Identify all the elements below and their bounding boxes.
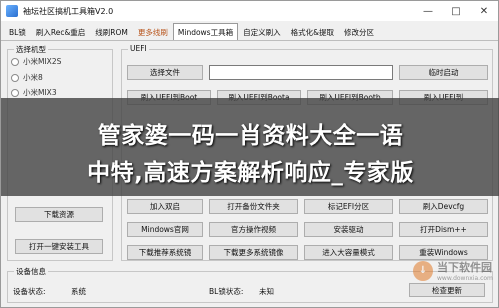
watermark-name: 当下软件园	[437, 261, 492, 274]
tab-custom-flash[interactable]: 自定义刷入	[238, 25, 286, 40]
radio-indicator	[11, 57, 19, 66]
watermark: ↓ 当下软件园 www.downxia.com	[413, 259, 493, 282]
model-option-label: 小米8	[23, 73, 43, 82]
watermark-logo-icon: ↓	[413, 260, 433, 281]
add-dualboot-button[interactable]: 加入双启	[127, 199, 203, 214]
model-option-mix3[interactable]: 小米MIX3	[11, 87, 57, 98]
download-more-images-button[interactable]: 下载更多系统镜像	[209, 245, 298, 260]
reinstall-windows-button[interactable]: 重装Windows	[399, 245, 488, 260]
open-installer-button[interactable]: 打开一键安装工具	[15, 239, 103, 254]
device-status-label: 设备状态:	[13, 287, 46, 296]
mark-efi-partition-button[interactable]: 标记EFI分区	[304, 199, 393, 214]
official-video-button[interactable]: 官方操作视频	[209, 222, 298, 237]
window-title: 袖坛社区搞机工具箱V2.0	[23, 6, 114, 16]
install-driver-button[interactable]: 安装驱动	[304, 222, 393, 237]
radio-indicator	[11, 73, 19, 82]
app-window: 袖坛社区搞机工具箱V2.0 — □ ✕ BL锁 刷入Rec&重启 线刷ROM 更…	[0, 0, 499, 308]
title-bar: 袖坛社区搞机工具箱V2.0 — □ ✕	[1, 1, 498, 21]
model-group-title: 选择机型	[14, 44, 48, 55]
app-icon	[6, 5, 18, 17]
tab-strip: BL锁 刷入Rec&重启 线刷ROM 更多线刷 Mindows工具箱 自定义刷入…	[1, 21, 498, 41]
device-info-title: 设备信息	[14, 266, 48, 277]
close-icon[interactable]: ✕	[470, 1, 498, 21]
temp-boot-button[interactable]: 临时启动	[399, 65, 488, 80]
tab-mindows-toolbox[interactable]: Mindows工具箱	[172, 23, 239, 40]
tab-flash-rec-reboot[interactable]: 刷入Rec&重启	[31, 25, 90, 40]
tab-bl-lock[interactable]: BL锁	[4, 25, 31, 40]
radio-indicator	[11, 88, 19, 97]
bl-lock-status-value: 未知	[259, 287, 274, 296]
overlay-banner: 管家婆一码一肖资料大全一语 中特,高速方案解析响应_专家版	[1, 98, 499, 196]
model-option-label: 小米MIX2S	[23, 57, 62, 66]
tab-line-flash-rom[interactable]: 线刷ROM	[90, 25, 133, 40]
model-option-mi8[interactable]: 小米8	[11, 72, 43, 83]
tab-modify-partition[interactable]: 修改分区	[339, 25, 379, 40]
maximize-icon[interactable]: □	[442, 1, 470, 21]
minimize-icon[interactable]: —	[414, 1, 442, 21]
window-controls: — □ ✕	[414, 1, 498, 21]
model-option-mix2s[interactable]: 小米MIX2S	[11, 56, 61, 67]
banner-line-2: 中特,高速方案解析响应_专家版	[87, 160, 414, 186]
mass-storage-mode-button[interactable]: 进入大容量模式	[304, 245, 393, 260]
tab-more-line-flash[interactable]: 更多线刷	[133, 25, 173, 40]
bl-lock-status-label: BL锁状态:	[209, 287, 244, 296]
download-resources-button[interactable]: 下载资源	[15, 207, 103, 222]
open-dism-button[interactable]: 打开Dism++	[399, 222, 488, 237]
device-status-value: 系统	[71, 287, 86, 296]
open-backup-folder-button[interactable]: 打开备份文件夹	[209, 199, 298, 214]
watermark-url: www.downxia.com	[437, 275, 493, 282]
select-file-button[interactable]: 选择文件	[127, 65, 203, 80]
uefi-group-title: UEFI	[128, 44, 149, 53]
flash-devcfg-button[interactable]: 刷入Devcfg	[399, 199, 488, 214]
tab-format-extract[interactable]: 格式化&提取	[286, 25, 339, 40]
watermark-text: 当下软件园 www.downxia.com	[437, 259, 493, 282]
banner-line-1: 管家婆一码一肖资料大全一语	[97, 123, 404, 149]
download-recommended-image-button[interactable]: 下载推荐系统镜	[127, 245, 203, 260]
check-update-button[interactable]: 检查更新	[409, 283, 485, 297]
file-path-input[interactable]	[209, 65, 393, 80]
mindows-website-button[interactable]: Mindows官网	[127, 222, 203, 237]
model-option-label: 小米MIX3	[23, 88, 57, 97]
